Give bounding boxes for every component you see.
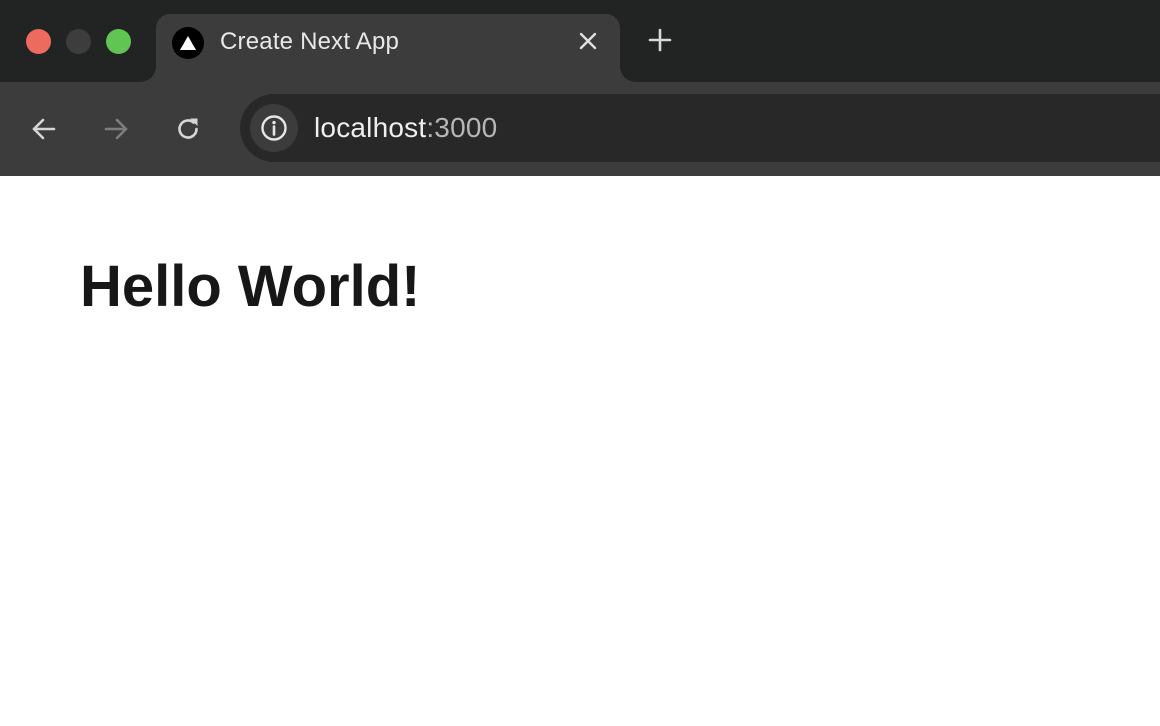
url-host: localhost [314, 112, 427, 143]
plus-icon[interactable] [646, 26, 674, 54]
url-text[interactable]: localhost:3000 [314, 112, 497, 144]
browser-window: Create Next App localhost:3000 Hello Wor… [0, 0, 1160, 726]
nextjs-triangle-icon [172, 27, 204, 59]
close-tab-icon[interactable] [576, 29, 600, 53]
arrow-left-icon[interactable] [27, 112, 61, 146]
tab-title: Create Next App [220, 28, 400, 55]
browser-toolbar: localhost:3000 [0, 82, 1160, 176]
page-heading: Hello World! [80, 254, 421, 319]
info-icon[interactable] [250, 104, 298, 152]
maximize-window-button[interactable] [106, 29, 131, 54]
page-content: Hello World! [0, 176, 1160, 726]
address-bar[interactable]: localhost:3000 [240, 94, 1160, 162]
tab-strip: Create Next App [0, 0, 1160, 82]
url-port: :3000 [426, 112, 498, 143]
reload-icon[interactable] [171, 112, 205, 146]
arrow-right-icon[interactable] [99, 112, 133, 146]
tab-create-next-app[interactable]: Create Next App [156, 14, 620, 82]
close-window-button[interactable] [26, 29, 51, 54]
minimize-window-button[interactable] [66, 29, 91, 54]
